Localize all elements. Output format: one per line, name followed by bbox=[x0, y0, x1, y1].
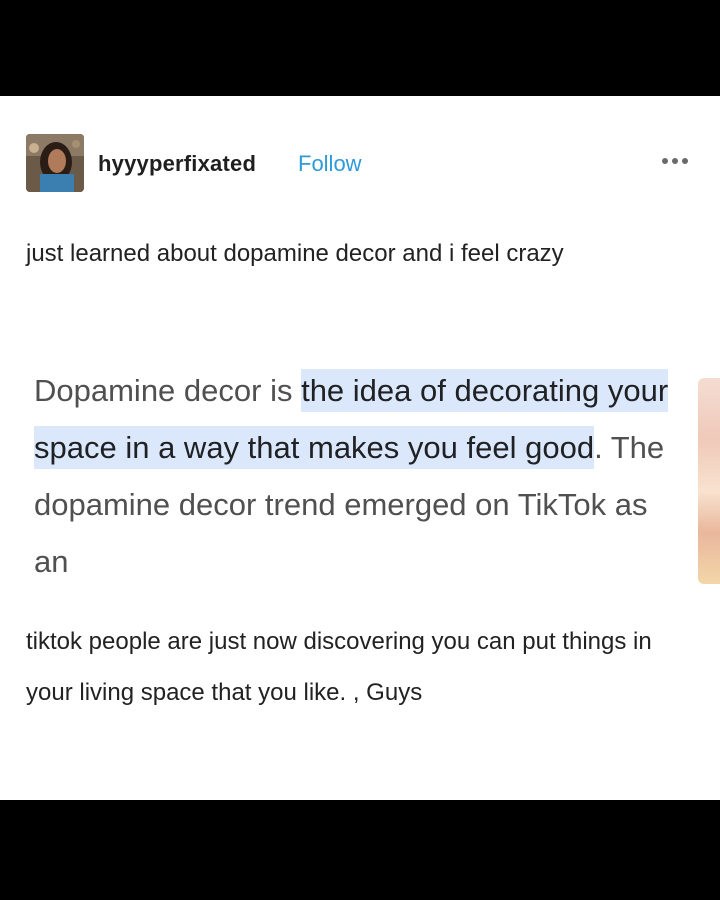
username[interactable]: hyyyperfixated bbox=[98, 151, 256, 177]
post-text-outro: tiktok people are just now discovering y… bbox=[26, 628, 652, 706]
quote-text: Dopamine decor is the idea of decorating… bbox=[34, 362, 684, 590]
quote-text-before: Dopamine decor is bbox=[34, 373, 302, 408]
post-header: hyyyperfixated Follow bbox=[26, 134, 696, 192]
avatar-image bbox=[26, 134, 84, 192]
follow-button[interactable]: Follow bbox=[298, 151, 362, 177]
avatar[interactable] bbox=[26, 134, 84, 192]
snippet-thumbnail-image bbox=[698, 378, 720, 584]
tumblr-post-card: hyyyperfixated Follow just learned about… bbox=[0, 96, 720, 800]
quoted-search-snippet: Dopamine decor is the idea of decorating… bbox=[34, 362, 684, 590]
more-dots-icon[interactable] bbox=[662, 156, 688, 166]
post-text-intro: just learned about dopamine decor and i … bbox=[26, 240, 564, 267]
